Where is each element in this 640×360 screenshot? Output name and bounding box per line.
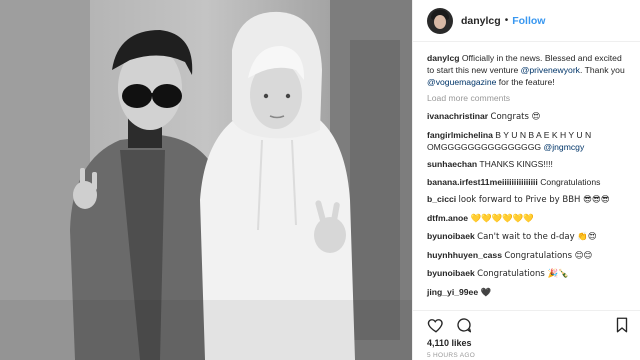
comment-username[interactable]: jing_yi_99ee: [427, 287, 478, 297]
photo-illustration: [0, 0, 412, 360]
comment-text: Congratulations 😊😊: [504, 250, 593, 261]
post-actions: 4,110 likes 5 HOURS AGO: [413, 310, 640, 360]
likes-count[interactable]: 4,110 likes: [427, 338, 631, 348]
comment-text: Congratulations: [540, 176, 601, 187]
header-separator: •: [504, 15, 509, 26]
comment-username[interactable]: fangirlmichelina: [427, 130, 493, 140]
comment-item: byunoibaek Can't wait to the d-day 👏😍: [427, 230, 631, 243]
comment-username[interactable]: banana.irfest11meiiiiiiiiiiiiiii: [427, 177, 538, 187]
comment-text: look forward to Prive by BBH 😎😎😎: [458, 195, 610, 205]
comment-mention[interactable]: @jngmcgy: [544, 142, 585, 152]
caption-mention-vogue[interactable]: @voguemagazine: [427, 77, 496, 87]
avatar[interactable]: [427, 7, 453, 34]
post-photo[interactable]: [0, 0, 412, 360]
comment-item: dtfm.anoe 💛💛💛💛💛💛: [427, 212, 631, 225]
comment-item: fangirlmichelina B Y U N B A E K H Y U N…: [427, 129, 631, 153]
comment-username[interactable]: huynhhuyen_cass: [427, 250, 502, 260]
comments-list[interactable]: danylcg Officially in the news. Blessed …: [413, 42, 640, 310]
post-header: danylcg • Follow: [413, 0, 640, 42]
action-icons-row: [427, 315, 631, 335]
comment-text: Congrats 😍: [490, 112, 541, 122]
caption-text-3: for the feature!: [498, 77, 555, 87]
post-caption: danylcg Officially in the news. Blessed …: [427, 52, 631, 88]
header-username[interactable]: danylcg: [461, 15, 501, 27]
comment-text: 🖤: [480, 287, 492, 298]
comment-item: sunhaechan THANKS KINGS!!!!: [427, 158, 631, 170]
load-more-comments-button[interactable]: Load more comments: [427, 92, 631, 104]
comment-text: 💛💛💛💛💛💛: [470, 213, 534, 224]
comment-text: Can't wait to the d-day 👏😍: [477, 232, 597, 242]
comment-icon[interactable]: [455, 316, 473, 334]
comment-item: jing_yi_99ee 🖤: [427, 286, 631, 299]
caption-username[interactable]: danylcg: [427, 53, 459, 63]
follow-button[interactable]: Follow: [512, 15, 545, 27]
comment-username[interactable]: b_cicci: [427, 194, 456, 204]
bookmark-icon[interactable]: [613, 316, 631, 334]
caption-mention-priveny[interactable]: @privenewyork: [521, 65, 580, 75]
caption-text-2: . Thank you: [579, 65, 625, 75]
comment-item: ivanachristinar Congrats 😍: [427, 110, 631, 123]
comment-username[interactable]: byunoibaek: [427, 268, 475, 278]
post-timestamp: 5 HOURS AGO: [427, 352, 476, 359]
comment-item: byunoibaek Congratulations 🎉🍾: [427, 267, 631, 280]
comment-username[interactable]: dtfm.anoe: [427, 213, 468, 223]
post-side-panel: danylcg • Follow danylcg Officially in t…: [412, 0, 640, 360]
comment-username[interactable]: sunhaechan: [427, 159, 477, 169]
heart-icon[interactable]: [427, 316, 445, 334]
comment-item: banana.irfest11meiiiiiiiiiiiiiii Congrat…: [427, 176, 631, 188]
comment-username[interactable]: byunoibaek: [427, 231, 475, 241]
comment-item: huynhhuyen_cass Congratulations 😊😊: [427, 249, 631, 262]
comment-text: Congratulations 🎉🍾: [477, 269, 569, 279]
comment-username[interactable]: ivanachristinar: [427, 111, 488, 121]
comment-text: THANKS KINGS!!!!: [479, 159, 553, 169]
comment-item: b_cicci look forward to Prive by BBH 😎😎😎: [427, 193, 631, 206]
